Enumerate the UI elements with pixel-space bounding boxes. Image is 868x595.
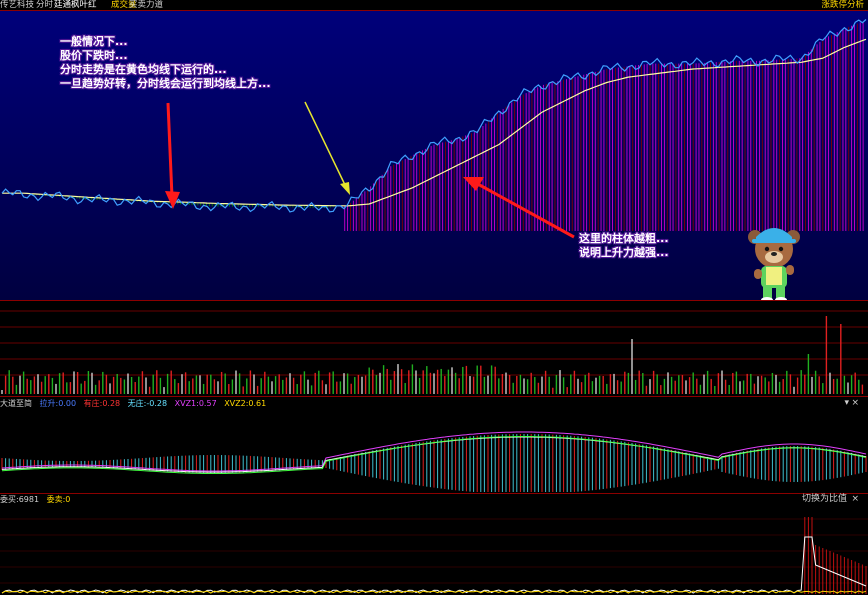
indicator-title[interactable]: 大道至简 xyxy=(0,399,32,408)
divider xyxy=(0,396,868,397)
ask-label: 委卖:0 xyxy=(46,495,71,504)
indicator-item-xvz2: XVZ2:0.61 xyxy=(224,399,267,408)
bid-ask-chart xyxy=(0,517,868,594)
indicator-item-lasheng: 拉升:0.00 xyxy=(39,399,77,408)
bid-ask-gridlines xyxy=(0,518,868,584)
annotation-line: 股价下跌时... xyxy=(60,49,128,62)
dropdown-arrow-icon[interactable]: ▾ xyxy=(844,398,849,409)
bid-label: 委买:6981 xyxy=(0,495,40,504)
bid-line xyxy=(1,536,867,594)
annotation-line: 一旦趋势好转，分时线会运行到均线上方... xyxy=(60,77,271,90)
bid-ask-header: 委买:6981 委卖:0 切换为比值 × xyxy=(0,494,868,505)
tab-buy-sell-force[interactable]: 买卖力道 xyxy=(129,0,163,10)
volume-gridlines xyxy=(0,310,868,376)
stock-name: 廷通枫叶红 xyxy=(54,0,97,10)
mode-label[interactable]: 分时 xyxy=(36,0,53,10)
close-icon[interactable]: × xyxy=(851,494,859,505)
annotation-right: 这里的柱体越粗... 说明上升力越强... xyxy=(579,232,669,260)
annotation-line: 一般情况下... xyxy=(60,35,128,48)
indicator-header: 大道至简 拉升:0.00 有庄:0.28 无庄:-0.28 XVZ1:0.57 … xyxy=(0,398,868,409)
indicator-item-wuzhuang: 无庄:-0.28 xyxy=(127,399,168,408)
switch-ratio-button[interactable]: 切换为比值 xyxy=(802,494,847,505)
annotation-line: 分时走势是在黄色均线下运行的... xyxy=(60,63,227,76)
ask-line xyxy=(1,590,867,594)
annotation-left: 一般情况下... 股价下跌时... 分时走势是在黄色均线下运行的... 一旦趋势… xyxy=(60,35,271,91)
annotation-line: 说明上升力越强... xyxy=(579,246,669,259)
annotation-line: 这里的柱体越粗... xyxy=(579,232,669,245)
app-name: 传艺科技 xyxy=(0,0,35,10)
indicator-item-xvz1: XVZ1:0.57 xyxy=(174,399,217,408)
volume-bars xyxy=(1,316,864,394)
indicator-chart xyxy=(1,431,867,492)
limit-analysis-button[interactable]: 涨跌停分析 xyxy=(821,0,864,10)
close-icon[interactable]: × xyxy=(851,398,859,409)
indicator-item-youzhuang: 有庄:0.28 xyxy=(83,399,121,408)
volume-chart xyxy=(0,310,868,394)
